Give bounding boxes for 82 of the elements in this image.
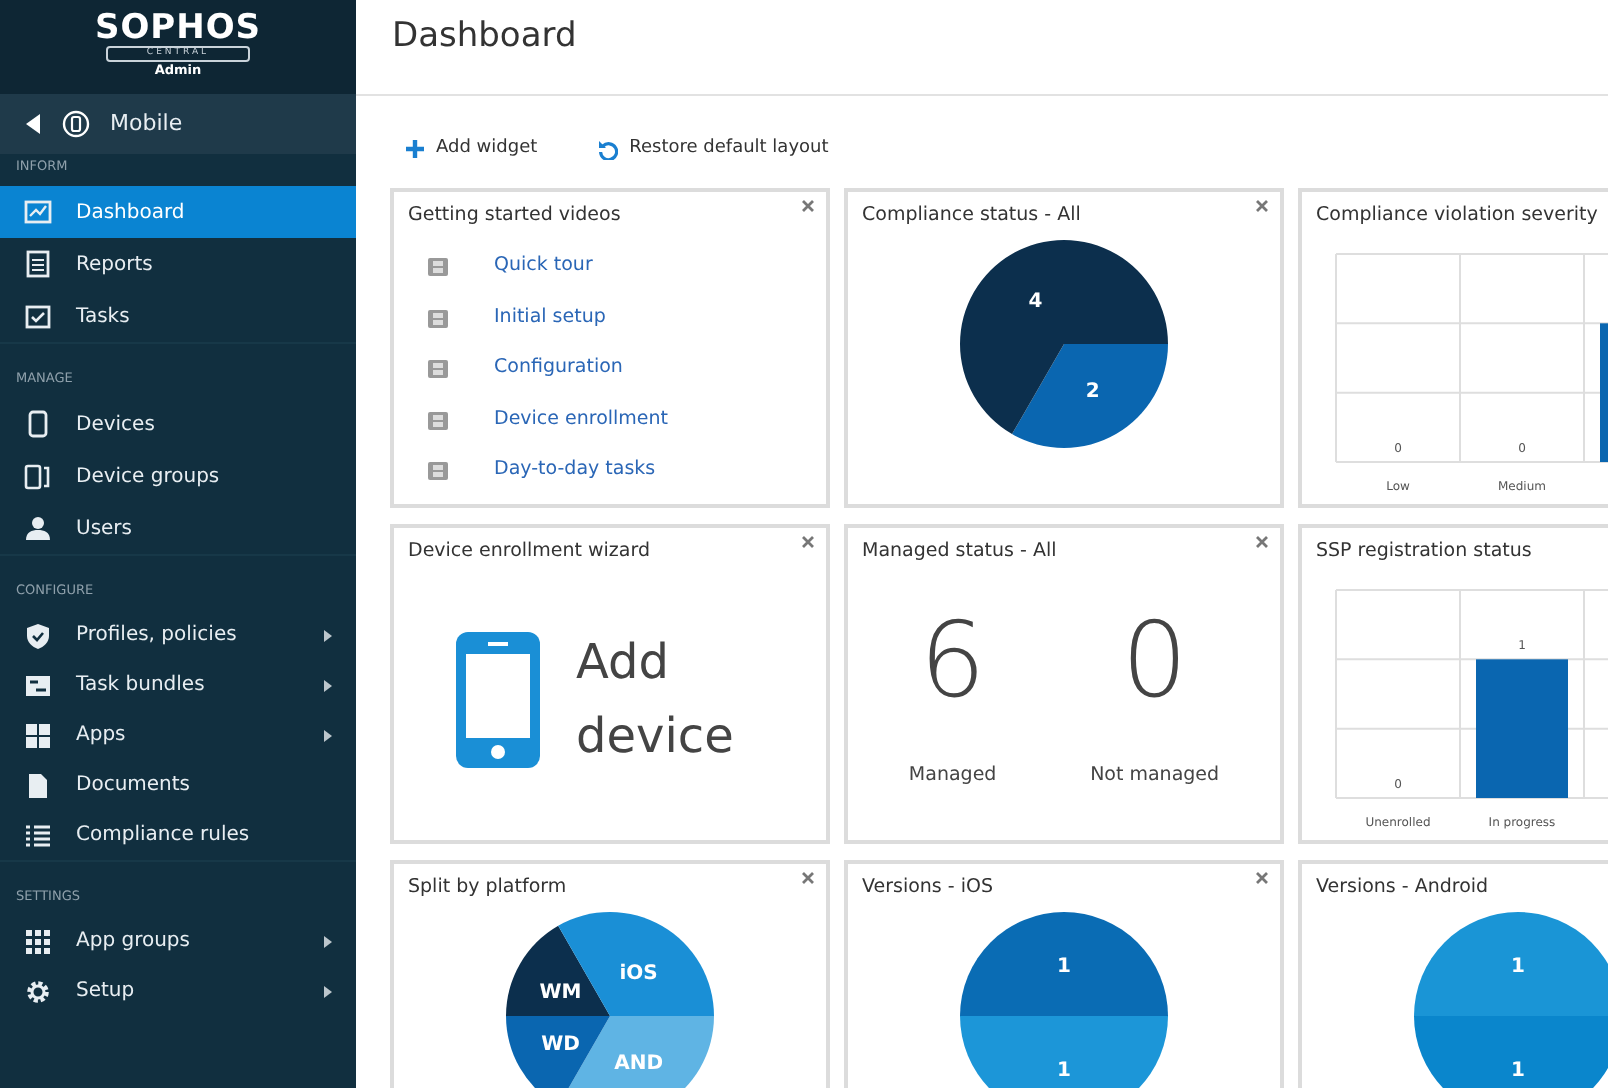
close-button[interactable] [802, 199, 814, 211]
sidebar-item[interactable]: Device groups [0, 450, 356, 502]
sidebar-item[interactable]: Tasks [0, 290, 356, 342]
sidebar-item[interactable]: Setup [0, 966, 356, 1016]
count-value: 6 [917, 601, 988, 722]
film-icon [428, 411, 448, 429]
widget-title: Versions - iOS [862, 873, 993, 901]
sidebar-item[interactable]: App groups [0, 916, 356, 966]
close-button[interactable] [1256, 535, 1268, 547]
close-button[interactable] [802, 535, 814, 547]
dashboard-icon [24, 198, 52, 226]
phone-icon [456, 631, 540, 768]
widget-title: Compliance status - All [862, 201, 1081, 229]
film-icon [428, 258, 448, 276]
slice-label: 1 [1057, 955, 1071, 978]
slice-label: 4 [1028, 290, 1043, 313]
brand-name: SOPHOS [94, 12, 262, 47]
calendar-check-icon [24, 302, 52, 330]
report-icon [24, 250, 52, 278]
mobile-circle-icon [62, 110, 90, 138]
sidebar-item[interactable]: Users [0, 502, 356, 554]
film-icon [428, 309, 448, 327]
restore-layout-button[interactable]: Restore default layout [597, 136, 829, 163]
page-title: Dashboard [356, 0, 1608, 96]
close-icon [802, 535, 814, 547]
slice-label: 2 [1085, 380, 1100, 403]
widget-title: Managed status - All [862, 537, 1057, 565]
video-link[interactable]: Quick tour [494, 252, 593, 282]
slice-label: 1 [1511, 1059, 1525, 1082]
sidebar-item[interactable]: Apps [0, 710, 356, 760]
count-label: Not managed [1090, 761, 1220, 790]
slice-label: WD [541, 1033, 580, 1056]
video-link[interactable]: Initial setup [494, 303, 606, 333]
film-icon [428, 462, 448, 480]
close-button[interactable] [1256, 871, 1268, 883]
widget-title: Split by platform [408, 873, 567, 901]
slice-label: WM [539, 981, 582, 1004]
settings-icon [24, 977, 52, 1005]
sidebar-item[interactable]: Reports [0, 238, 356, 290]
close-icon [1256, 199, 1268, 211]
apps-icon [24, 721, 52, 749]
list-icon [24, 821, 52, 849]
slice-label: iOS [619, 962, 658, 985]
context-label: Mobile [110, 107, 183, 140]
sidebar-item[interactable]: Documents [0, 760, 356, 810]
video-link[interactable]: Device enrollment [494, 405, 669, 435]
refresh-icon [597, 139, 618, 160]
widget-title: Compliance violation severity [1316, 201, 1598, 229]
count-label: Managed [908, 761, 997, 790]
user-icon [24, 514, 52, 542]
sidebar-item[interactable]: Profiles, policies [0, 610, 356, 660]
close-button[interactable] [802, 871, 814, 883]
sidebar-item[interactable]: Task bundles [0, 660, 356, 710]
back-icon[interactable] [26, 114, 42, 134]
bundle-icon [24, 671, 52, 699]
sidebar-item[interactable]: Compliance rules [0, 810, 356, 860]
close-icon [1256, 535, 1268, 547]
slice-label: 1 [1511, 955, 1525, 978]
phones-icon [24, 462, 52, 490]
plus-icon [406, 140, 424, 159]
close-icon [802, 199, 814, 211]
film-icon [428, 360, 448, 378]
document-icon [24, 771, 52, 799]
shield-icon [24, 621, 52, 649]
add-device-link[interactable]: Add device [576, 625, 756, 774]
phone-icon [24, 410, 52, 438]
grid-icon [24, 927, 52, 955]
video-link[interactable]: Day-to-day tasks [494, 456, 656, 486]
widget-title: Versions - Android [1316, 873, 1489, 901]
video-link[interactable]: Configuration [494, 354, 623, 384]
count-value: 0 [1119, 601, 1190, 722]
slice-label: AND [614, 1052, 664, 1075]
close-icon [802, 871, 814, 883]
widget-title: Getting started videos [408, 201, 621, 229]
widget-title: SSP registration status [1316, 537, 1532, 565]
sidebar-item[interactable]: Dashboard [0, 186, 356, 238]
widget-title: Device enrollment wizard [408, 537, 651, 565]
close-button[interactable] [1256, 199, 1268, 211]
close-icon [1256, 871, 1268, 883]
slice-label: 1 [1057, 1059, 1071, 1082]
sidebar-item[interactable]: Devices [0, 398, 356, 450]
add-widget-button[interactable]: Add widget [406, 136, 538, 163]
